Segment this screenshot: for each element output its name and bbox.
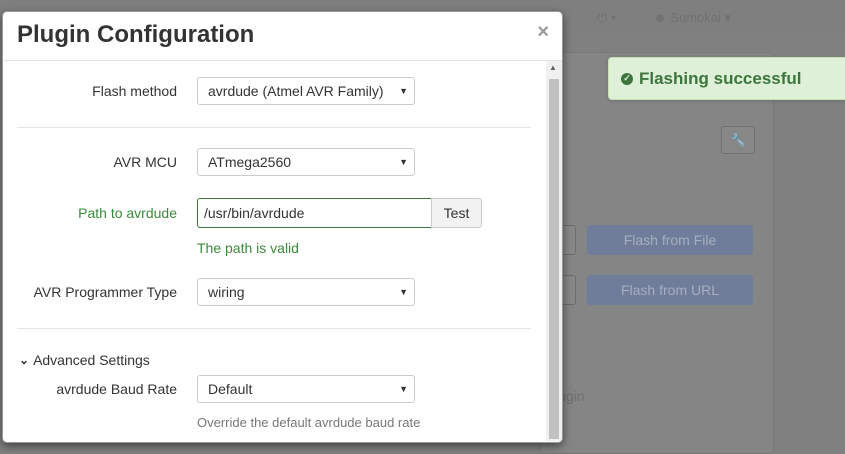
caret-down-icon: ▼ [399,287,408,297]
flash-method-label: Flash method [92,83,177,99]
baud-rate-label: avrdude Baud Rate [56,381,177,397]
flash-from-url-button: Flash from URL [587,275,753,305]
avrdude-path-label: Path to avrdude [78,205,177,221]
user-menu: ☻ Sumokai ▾ [653,10,732,25]
advanced-settings-toggle[interactable]: ⌄ Advanced Settings [19,352,150,368]
chevron-down-icon: ⌄ [19,353,30,367]
modal-header: Plugin Configuration × [3,12,562,61]
flash-from-file-button: Flash from File [587,225,753,255]
check-circle-icon: ✓ [621,72,633,85]
scroll-up-icon[interactable]: ▲ [549,63,557,72]
programmer-type-label: AVR Programmer Type [33,284,177,300]
avrdude-path-input[interactable] [197,198,431,228]
caret-down-icon: ▼ [399,157,408,167]
modal-scrollbar[interactable]: ▲ [546,61,562,441]
notification-message: Flashing successful [639,68,802,88]
baud-rate-select[interactable]: Default ▼ [197,375,415,403]
close-icon[interactable]: × [537,22,549,42]
programmer-type-value: wiring [208,284,245,300]
baud-rate-help: Override the default avrdude baud rate [197,415,421,430]
user-name: Sumokai [670,10,721,25]
divider [17,328,531,329]
modal-body: Flash method avrdude (Atmel AVR Family) … [3,61,562,441]
baud-rate-value: Default [208,381,253,397]
avr-mcu-select[interactable]: ATmega2560 ▼ [197,148,415,176]
success-notification[interactable]: ✓ Flashing successful [608,57,845,100]
wrench-icon: 🔧 [721,126,755,154]
caret-down-icon: ▼ [399,86,408,96]
programmer-type-select[interactable]: wiring ▼ [197,278,415,306]
power-menu: ⏻ ▾ [597,10,617,25]
divider [17,127,531,128]
path-valid-message: The path is valid [197,240,299,256]
test-path-button[interactable]: Test [431,198,482,228]
flash-method-select[interactable]: avrdude (Atmel AVR Family) ▼ [197,77,415,105]
caret-down-icon: ▼ [399,384,408,394]
advanced-settings-label: Advanced Settings [33,352,150,368]
avr-mcu-value: ATmega2560 [208,154,292,170]
modal-title: Plugin Configuration [17,21,255,48]
scroll-thumb[interactable] [549,79,559,439]
avr-mcu-label: AVR MCU [113,154,177,170]
plugin-configuration-modal: Plugin Configuration × Flash method avrd… [2,11,563,443]
flash-method-value: avrdude (Atmel AVR Family) [208,83,384,99]
